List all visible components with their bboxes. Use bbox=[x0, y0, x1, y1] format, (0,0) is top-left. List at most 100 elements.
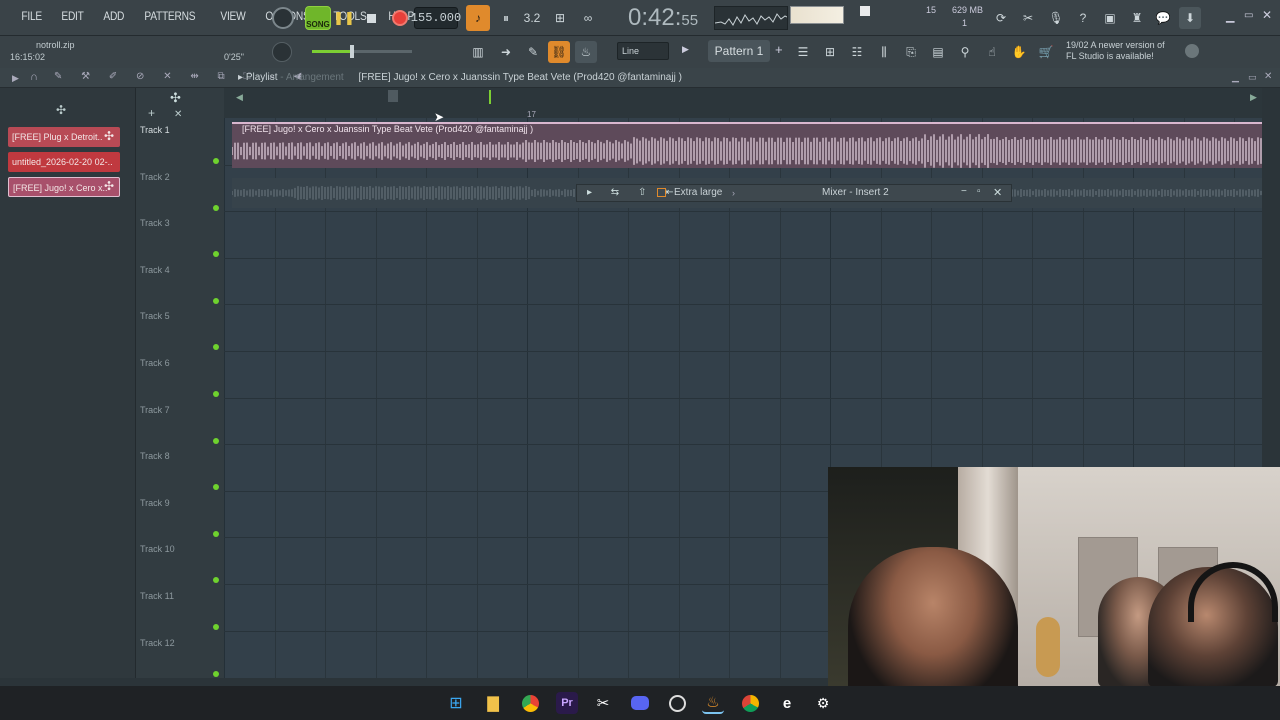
zoom-icon[interactable]: ✣ bbox=[170, 90, 181, 106]
settings-button[interactable]: ⚙ bbox=[812, 692, 834, 714]
mixer-window-button[interactable]: ☷ bbox=[846, 41, 868, 63]
pause-button[interactable]: ❚❚ bbox=[333, 7, 355, 29]
timeline-ruler[interactable] bbox=[224, 88, 1262, 118]
chrome-canary-button[interactable] bbox=[739, 692, 761, 714]
main-volume-slider[interactable] bbox=[312, 45, 412, 58]
shop-button[interactable]: 🛒 bbox=[1035, 41, 1057, 63]
menu-edit[interactable]: EDIT bbox=[58, 9, 87, 23]
playlist-menu-arrow-icon[interactable]: ▶ bbox=[12, 73, 19, 84]
download-button[interactable]: ⬇ bbox=[1179, 7, 1201, 29]
tempo-display[interactable]: 155.000 bbox=[411, 7, 461, 29]
discord-button[interactable] bbox=[629, 692, 651, 714]
fl-studio-button[interactable]: ♨ bbox=[702, 692, 724, 714]
loop-record-button[interactable]: ∞ bbox=[577, 7, 599, 29]
edge-button[interactable]: e bbox=[776, 692, 798, 714]
piano-roll-button[interactable]: ▥ bbox=[467, 41, 489, 63]
help-button[interactable]: ? bbox=[1072, 7, 1094, 29]
picker-item[interactable]: untitled_2026-02-20 02-.. bbox=[8, 152, 120, 172]
track-enable-led[interactable] bbox=[213, 670, 219, 677]
track-label[interactable]: Track 10 bbox=[140, 544, 175, 554]
mixer-maximize-button[interactable]: ▫ bbox=[977, 186, 981, 197]
window-minimize-button[interactable]: ▁ bbox=[1226, 10, 1234, 23]
add-pattern-button[interactable]: + bbox=[775, 42, 783, 57]
master-pitch-knob[interactable] bbox=[272, 42, 292, 62]
menu-view[interactable]: VIEW bbox=[217, 9, 249, 23]
chrome-button[interactable] bbox=[519, 692, 541, 714]
track-label[interactable]: Track 8 bbox=[140, 451, 170, 461]
song-mode-button[interactable]: SONG bbox=[305, 6, 331, 30]
window-maximize-button[interactable]: ▭ bbox=[1244, 10, 1253, 21]
track-label[interactable]: Track 7 bbox=[140, 405, 170, 415]
record-button[interactable] bbox=[389, 7, 411, 29]
link-button[interactable]: ⛓ bbox=[548, 41, 570, 63]
ruler-scroll-right[interactable]: ▶ bbox=[1250, 92, 1257, 103]
pattern-selector[interactable]: Pattern 1 bbox=[708, 40, 770, 62]
track-label[interactable]: Track 6 bbox=[140, 358, 170, 368]
menu-file[interactable]: FILE bbox=[18, 9, 45, 23]
playlist-maximize-button[interactable]: ▭ bbox=[1248, 72, 1257, 83]
mixer-size-selector[interactable]: Extra large bbox=[674, 187, 722, 198]
tempo-tapper-button[interactable]: ✋ bbox=[1008, 41, 1030, 63]
picker-move-icon[interactable]: ✣ bbox=[104, 129, 114, 143]
playlist-minimize-button[interactable]: ▁ bbox=[1232, 72, 1239, 83]
track-label[interactable]: Track 4 bbox=[140, 265, 170, 275]
mixer-close-button[interactable]: ✕ bbox=[993, 186, 1002, 199]
save-button[interactable]: ▣ bbox=[1099, 7, 1121, 29]
track-label[interactable]: Track 9 bbox=[140, 498, 170, 508]
tools-button[interactable]: ✂ bbox=[1017, 7, 1039, 29]
wait-input-button[interactable]: ⏸ bbox=[495, 7, 517, 29]
capcut-button[interactable]: ✂ bbox=[592, 692, 614, 714]
master-volume-knob[interactable] bbox=[272, 7, 294, 29]
mixer-minimize-button[interactable]: − bbox=[961, 186, 967, 197]
metronome-button[interactable]: ♪ bbox=[466, 5, 490, 31]
plugins-button[interactable]: ♜ bbox=[1126, 7, 1148, 29]
touch-controller-button[interactable]: ☝ bbox=[981, 41, 1003, 63]
browser-window-button[interactable]: ⎘ bbox=[900, 41, 922, 63]
snap-selector[interactable]: Line bbox=[617, 42, 669, 60]
undo-history-button[interactable]: ⟳ bbox=[990, 7, 1012, 29]
start-button[interactable]: ⊞ bbox=[445, 692, 467, 714]
add-track-icon[interactable]: + bbox=[148, 106, 155, 120]
premiere-button[interactable]: Pr bbox=[556, 692, 578, 714]
channel-window-button[interactable]: ⫼ bbox=[873, 41, 895, 63]
playhead-marker[interactable] bbox=[489, 90, 491, 104]
pattern-prev-button[interactable]: ▶ bbox=[682, 44, 689, 55]
channel-rack-button[interactable]: ⊞ bbox=[819, 41, 841, 63]
track-label[interactable]: Track 2 bbox=[140, 172, 170, 182]
playlist-close-button[interactable]: ✕ bbox=[1264, 71, 1272, 82]
countdown-button[interactable]: 3.2 bbox=[521, 7, 543, 29]
track-enable-led[interactable] bbox=[213, 204, 219, 211]
stamp-button[interactable]: ♨ bbox=[575, 41, 597, 63]
track-enable-led[interactable] bbox=[213, 624, 219, 630]
track-label[interactable]: Track 11 bbox=[140, 591, 174, 601]
file-explorer-button[interactable]: ▇ bbox=[482, 692, 504, 714]
magnet-icon[interactable]: ∩ bbox=[30, 71, 38, 83]
track-enable-led[interactable] bbox=[213, 391, 219, 397]
ruler-scroll-left[interactable]: ◀ bbox=[236, 92, 243, 103]
ruler-scroll-handle[interactable] bbox=[388, 90, 398, 102]
track-enable-led[interactable] bbox=[213, 297, 219, 304]
update-notice[interactable]: 19/02 A newer version of FL Studio is av… bbox=[1066, 40, 1165, 62]
playlist-arrangement[interactable]: Arrangement bbox=[286, 72, 344, 83]
chat-button[interactable]: 💬 bbox=[1152, 7, 1174, 29]
track-label[interactable]: Track 12 bbox=[140, 638, 175, 648]
window-close-button[interactable]: ✕ bbox=[1262, 8, 1272, 22]
stop-button[interactable] bbox=[360, 7, 382, 29]
draw-tool-button[interactable]: ✎ bbox=[522, 41, 544, 63]
playlist-window-button[interactable]: ☰ bbox=[792, 41, 814, 63]
volume-handle[interactable] bbox=[350, 45, 354, 58]
mic-button[interactable]: 🎙 bbox=[1045, 7, 1067, 29]
track-label[interactable]: Track 1 bbox=[140, 125, 170, 135]
track-enable-led[interactable] bbox=[213, 530, 219, 537]
blend-notes-button[interactable]: ⊞ bbox=[549, 7, 571, 29]
menu-patterns[interactable]: PATTERNS bbox=[141, 9, 199, 23]
plugin-database-button[interactable]: ⚲ bbox=[954, 41, 976, 63]
picker-move-icon[interactable]: ✣ bbox=[104, 179, 114, 193]
song-position-display[interactable]: 0:42:55 bbox=[628, 4, 698, 32]
track-enable-led[interactable] bbox=[213, 437, 219, 444]
close-small-icon[interactable]: ✕ bbox=[174, 109, 182, 120]
menu-add[interactable]: ADD bbox=[100, 9, 128, 23]
track-enable-led[interactable] bbox=[213, 158, 219, 164]
app-button[interactable] bbox=[666, 692, 688, 714]
track-label[interactable]: Track 3 bbox=[140, 218, 170, 228]
